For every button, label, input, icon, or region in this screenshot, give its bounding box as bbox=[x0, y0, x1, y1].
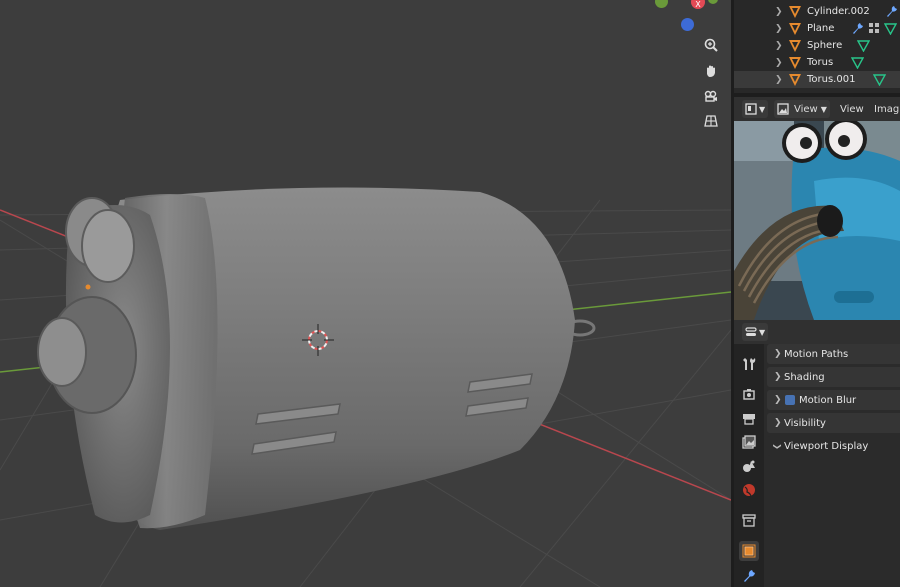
outliner-row[interactable]: ❯ Cylinder.002 bbox=[734, 3, 900, 20]
view-mode-dropdown[interactable]: View ▼ bbox=[774, 100, 830, 118]
chevron-right-icon: ❯ bbox=[774, 372, 782, 382]
view-menu[interactable]: View bbox=[840, 100, 864, 118]
chevron-right-icon[interactable]: ❯ bbox=[775, 7, 783, 17]
panel-label: Motion Paths bbox=[784, 348, 849, 360]
properties-header: ▼ bbox=[734, 320, 900, 344]
pan-hand-icon[interactable] bbox=[701, 61, 721, 81]
mesh-object-icon bbox=[789, 23, 801, 35]
chevron-down-icon: ▼ bbox=[759, 327, 766, 337]
panel-viewport-display[interactable]: ❯ Viewport Display bbox=[767, 436, 900, 456]
particles-icon[interactable] bbox=[868, 22, 881, 35]
object-icon[interactable] bbox=[739, 541, 759, 561]
chevron-down-icon: ❯ bbox=[772, 442, 782, 450]
panel-motion-blur[interactable]: ❯ Motion Blur bbox=[767, 390, 900, 410]
scene-icon[interactable] bbox=[741, 458, 757, 474]
mesh-data-icon[interactable] bbox=[851, 56, 864, 69]
editor-type-button[interactable]: ▼ bbox=[742, 323, 768, 341]
outliner-row[interactable]: ❯ Plane bbox=[734, 20, 900, 37]
mesh-object-icon bbox=[789, 74, 801, 86]
properties-tab-bar bbox=[734, 344, 764, 587]
mesh-object-icon bbox=[789, 57, 801, 69]
reference-image[interactable] bbox=[734, 121, 900, 320]
editor-type-button[interactable]: ▼ bbox=[742, 100, 768, 118]
wrench-icon[interactable] bbox=[851, 22, 864, 35]
image-view-icon bbox=[777, 103, 789, 115]
view-menu-label: View bbox=[840, 103, 864, 115]
properties-body: ❯ Motion Paths ❯ Shading ❯ Motion Blur ❯… bbox=[764, 344, 900, 587]
outliner-row-selected[interactable]: ❯ Torus.001 bbox=[734, 71, 900, 88]
reference-photo bbox=[734, 121, 900, 320]
panel-label: Viewport Display bbox=[784, 440, 869, 452]
outliner-row[interactable]: ❯ Torus bbox=[734, 54, 900, 71]
ear-right[interactable] bbox=[81, 209, 135, 283]
output-icon[interactable] bbox=[741, 410, 757, 426]
panel-shading[interactable]: ❯ Shading bbox=[767, 367, 900, 387]
image-editor-header: ▼ View ▼ View Imag bbox=[734, 97, 900, 121]
nozzle-cap[interactable] bbox=[37, 317, 87, 387]
outliner-item-name: Cylinder.002 bbox=[807, 6, 870, 17]
chevron-right-icon[interactable]: ❯ bbox=[775, 41, 783, 51]
mesh-object-icon bbox=[789, 6, 801, 18]
render-icon[interactable] bbox=[741, 386, 757, 402]
chevron-right-icon: ❯ bbox=[774, 395, 782, 405]
motion-blur-checkbox[interactable] bbox=[785, 395, 795, 405]
wrench-icon[interactable] bbox=[885, 5, 898, 18]
camera-icon[interactable] bbox=[701, 86, 721, 106]
gizmo-x-label: X bbox=[695, 0, 701, 9]
panel-label: Visibility bbox=[784, 417, 826, 429]
image-editor-icon bbox=[745, 103, 757, 115]
modifier-icon[interactable] bbox=[741, 568, 757, 584]
chevron-right-icon: ❯ bbox=[774, 349, 782, 359]
mesh-data-icon[interactable] bbox=[857, 39, 870, 52]
panel-visibility[interactable]: ❯ Visibility bbox=[767, 413, 900, 433]
chevron-right-icon: ❯ bbox=[774, 418, 782, 428]
image-menu-label: Imag bbox=[874, 103, 900, 115]
grid-icon[interactable] bbox=[701, 111, 721, 131]
collection-icon[interactable] bbox=[741, 512, 757, 528]
outliner: ❯ Cylinder.002 ❯ Plane ❯ Sphere ❯ Torus … bbox=[734, 0, 900, 93]
image-menu[interactable]: Imag bbox=[874, 100, 899, 118]
chevron-right-icon[interactable]: ❯ bbox=[775, 24, 783, 34]
chevron-right-icon[interactable]: ❯ bbox=[775, 75, 783, 85]
outliner-item-name: Plane bbox=[807, 23, 835, 34]
panel-motion-paths[interactable]: ❯ Motion Paths bbox=[767, 344, 900, 364]
view-mode-label: View bbox=[794, 103, 818, 115]
view-layer-icon[interactable] bbox=[741, 434, 757, 450]
outliner-item-name: Sphere bbox=[807, 40, 843, 51]
object-origin-dot bbox=[85, 284, 91, 290]
world-icon[interactable] bbox=[741, 482, 757, 498]
chevron-right-icon[interactable]: ❯ bbox=[775, 58, 783, 68]
3d-viewport[interactable]: X bbox=[0, 0, 731, 587]
panel-label: Motion Blur bbox=[799, 394, 857, 406]
properties-editor-icon bbox=[745, 327, 757, 336]
zoom-icon[interactable] bbox=[701, 35, 721, 55]
viewport-scene[interactable] bbox=[0, 0, 731, 587]
mesh-object-icon bbox=[789, 40, 801, 52]
outliner-item-name: Torus.001 bbox=[807, 74, 856, 85]
mesh-data-icon[interactable] bbox=[884, 22, 897, 35]
outliner-row[interactable]: ❯ Sphere bbox=[734, 37, 900, 54]
chevron-down-icon: ▼ bbox=[820, 104, 827, 114]
panel-label: Shading bbox=[784, 371, 825, 383]
tool-icon[interactable] bbox=[741, 356, 757, 372]
outliner-item-name: Torus bbox=[807, 57, 834, 68]
mesh-data-icon[interactable] bbox=[873, 73, 886, 86]
gizmo-z-dot[interactable] bbox=[681, 18, 694, 31]
chevron-down-icon: ▼ bbox=[759, 104, 766, 114]
